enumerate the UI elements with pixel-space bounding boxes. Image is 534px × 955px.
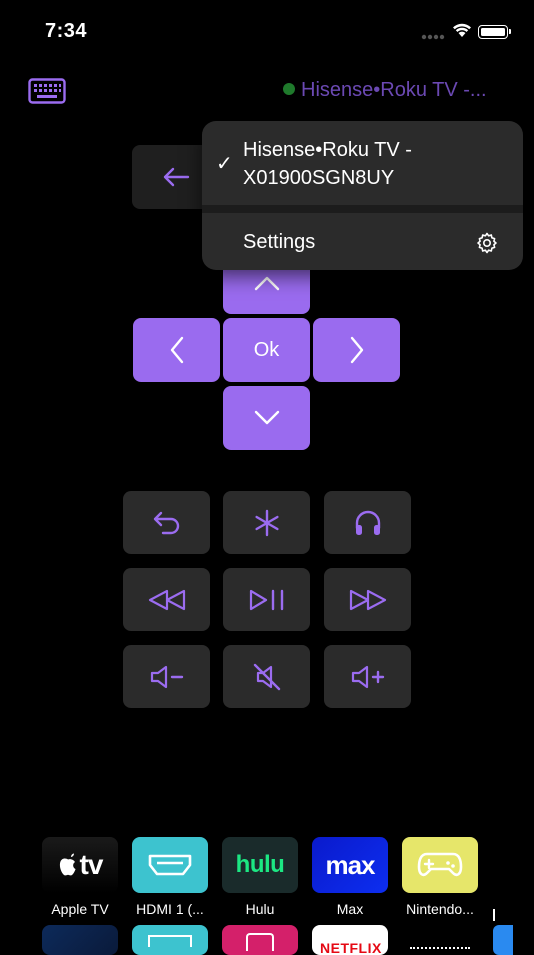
app-label: HDMI 1 (...	[136, 901, 204, 917]
replay-icon	[153, 511, 179, 534]
volume-down-button[interactable]	[123, 645, 210, 708]
gamepad-icon	[417, 852, 463, 877]
device-name-label: Hisense•Roku TV -...	[301, 79, 487, 101]
chevron-down-icon	[254, 410, 279, 425]
private-listening-button[interactable]	[324, 491, 411, 554]
app-max[interactable]: max Max	[312, 837, 388, 917]
play-pause-icon	[249, 589, 283, 610]
menu-separator	[202, 205, 523, 213]
rewind-button[interactable]	[123, 568, 210, 631]
connection-status-dot	[283, 82, 295, 95]
mute-icon	[253, 663, 280, 690]
menu-settings-label: Settings	[243, 231, 316, 253]
hulu-logo: hulu	[235, 851, 285, 878]
device-dropdown-menu: ✓ Hisense•Roku TV - X01900SGN8UY Setting…	[202, 121, 523, 270]
options-button[interactable]	[223, 491, 310, 554]
ok-label: Ok	[253, 338, 280, 361]
menu-item-device[interactable]: ✓ Hisense•Roku TV - X01900SGN8UY	[202, 121, 523, 205]
volume-down-icon	[150, 665, 183, 688]
chevron-right-icon	[350, 336, 363, 364]
keyboard-icon[interactable]	[28, 78, 66, 104]
app-label: Nintendo...	[406, 901, 474, 917]
app-nintendo[interactable]: Nintendo...	[402, 837, 478, 917]
apple-tv-tile-text: tv	[79, 849, 104, 880]
dpad-left-button[interactable]	[133, 318, 220, 382]
chevron-left-icon	[170, 336, 183, 364]
dpad-right-button[interactable]	[313, 318, 400, 382]
app-tile-row2-6[interactable]	[493, 925, 513, 955]
app-label: Apple TV	[51, 901, 109, 917]
apple-logo-icon	[59, 853, 76, 876]
menu-device-name-line1: Hisense•Roku TV -	[243, 139, 412, 161]
app-tile-netflix[interactable]: NETFLIX	[312, 925, 388, 955]
battery-icon	[478, 25, 511, 39]
app-hdmi-1[interactable]: HDMI 1 (...	[132, 837, 208, 917]
mute-button[interactable]	[223, 645, 310, 708]
volume-up-button[interactable]	[324, 645, 411, 708]
max-logo: max	[325, 849, 375, 880]
gear-icon	[477, 232, 497, 254]
app-label: Hulu	[245, 901, 275, 917]
headphones-icon	[355, 510, 380, 535]
rewind-icon	[148, 589, 185, 610]
fast-forward-icon	[349, 589, 386, 610]
app-tile-row2-1[interactable]	[42, 925, 118, 955]
app-label: Max	[336, 901, 364, 917]
wifi-icon	[453, 23, 471, 37]
app-tile-row2-5[interactable]	[402, 925, 478, 955]
fast-forward-button[interactable]	[324, 568, 411, 631]
play-pause-button[interactable]	[223, 568, 310, 631]
netflix-logo: NETFLIX	[320, 940, 382, 955]
volume-up-icon	[351, 665, 384, 688]
cellular-signal-icon	[421, 34, 445, 40]
replay-button[interactable]	[123, 491, 210, 554]
dpad-ok-button[interactable]: Ok	[223, 318, 310, 382]
checkmark-icon: ✓	[216, 153, 233, 175]
chevron-up-icon	[254, 276, 279, 290]
app-tile-row2-2[interactable]	[132, 925, 208, 955]
arrow-left-icon	[163, 167, 190, 187]
asterisk-icon	[254, 509, 279, 536]
app-tile-row2-3[interactable]	[222, 925, 298, 955]
app-apple-tv[interactable]: tv Apple TV	[42, 837, 118, 917]
connected-device-selector[interactable]: Hisense•Roku TV -...	[283, 79, 487, 102]
menu-device-name-line2: X01900SGN8UY	[243, 167, 395, 189]
hdmi-port-icon	[148, 854, 192, 876]
dpad-down-button[interactable]	[223, 386, 310, 450]
app-hulu[interactable]: hulu Hulu	[222, 837, 298, 917]
status-time: 7:34	[45, 20, 88, 42]
